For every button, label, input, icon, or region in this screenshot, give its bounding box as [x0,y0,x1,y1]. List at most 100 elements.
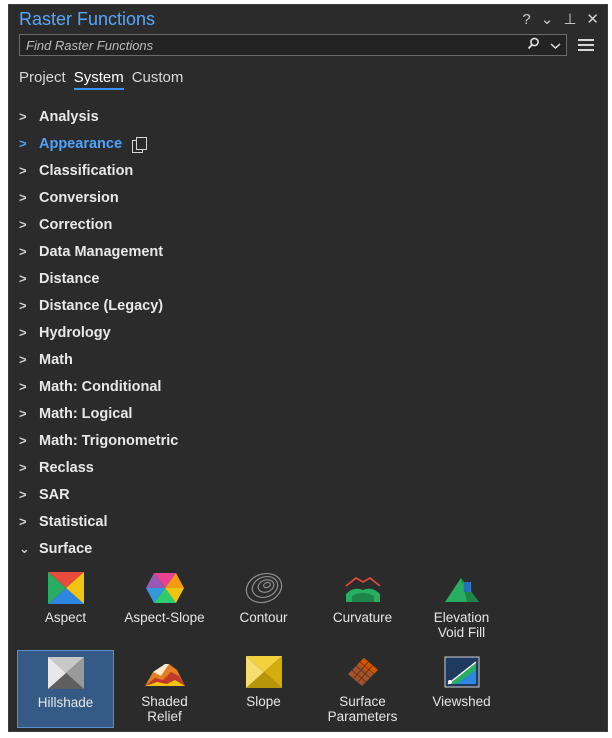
function-tile-label: Contour [239,610,288,625]
search-options-chevron-icon[interactable] [544,38,566,53]
function-tile-label: Aspect-Slope [124,610,205,625]
tree-item-conversion[interactable]: > Conversion [9,184,607,211]
function-tile-viewshed[interactable]: Viewshed [413,650,510,728]
window-controls: ? ⌄ ⊥ ✕ [522,10,599,29]
tab-custom[interactable]: Custom [132,69,184,88]
raster-functions-pane: Raster Functions ? ⌄ ⊥ ✕ Project System … [8,4,608,732]
function-tile-surface-parameters[interactable]: Surface Parameters [314,650,411,728]
chevron-right-icon[interactable]: > [19,433,39,448]
tree-item-math-conditional[interactable]: > Math: Conditional [9,373,607,400]
function-tile-curvature[interactable]: Curvature [314,566,411,644]
chevron-right-icon[interactable]: > [19,190,39,205]
tree-item-label: Classification [39,162,134,179]
chevron-right-icon[interactable]: > [19,514,39,529]
search-icon[interactable] [522,37,544,53]
chevron-right-icon[interactable]: > [19,136,39,151]
function-tile-label: Shaded Relief [141,694,188,724]
tree-item-math[interactable]: > Math [9,346,607,373]
help-icon[interactable]: ? [522,11,530,28]
pane-title: Raster Functions [19,8,156,29]
tree-item-correction[interactable]: > Correction [9,211,607,238]
tree-item-hydrology[interactable]: > Hydrology [9,319,607,346]
tree-item-label: Math: Logical [39,405,133,422]
pin-icon[interactable]: ⊥ [563,10,576,28]
tree-item-label: SAR [39,486,70,503]
function-tile-contour[interactable]: Contour [215,566,312,644]
function-tile-label: Surface Parameters [327,694,398,724]
tree-item-label: Conversion [39,189,119,206]
chevron-right-icon[interactable]: > [19,244,39,259]
chevron-right-icon[interactable]: > [19,109,39,124]
curvature-icon [343,570,383,606]
tree-item-label: Math: Trigonometric [39,432,179,449]
tab-project[interactable]: Project [19,69,66,88]
chevron-right-icon[interactable]: > [19,271,39,286]
hamburger-menu-icon[interactable] [573,39,599,51]
pane-titlebar: Raster Functions ? ⌄ ⊥ ✕ [9,5,607,33]
function-tree: > Analysis > Appearance > Classification > C… [9,103,607,728]
tab-system[interactable]: System [73,69,124,90]
function-tile-aspect[interactable]: Aspect [17,566,114,644]
search-box [19,34,567,56]
tree-item-classification[interactable]: > Classification [9,157,607,184]
function-tile-label: Hillshade [37,695,94,710]
chevron-right-icon[interactable]: > [19,163,39,178]
function-tile-aspect-slope[interactable]: Aspect-Slope [116,566,213,644]
tree-item-reclass[interactable]: > Reclass [9,454,607,481]
tree-item-label: Distance (Legacy) [39,297,164,314]
function-tile-hillshade[interactable]: Hillshade [17,650,114,728]
tree-item-sar[interactable]: > SAR [9,481,607,508]
chevron-right-icon[interactable]: > [19,379,39,394]
function-tile-shaded-relief[interactable]: Shaded Relief [116,650,213,728]
search-input[interactable] [20,37,522,53]
tree-item-label: Analysis [39,108,99,125]
chevron-right-icon[interactable]: > [19,487,39,502]
tree-item-distance[interactable]: > Distance [9,265,607,292]
chevron-right-icon[interactable]: > [19,460,39,475]
tree-item-label: Math: Conditional [39,378,162,395]
function-tile-label: Viewshed [432,694,491,709]
tree-item-math-logical[interactable]: > Math: Logical [9,400,607,427]
tab-bar: Project System Custom [9,69,607,91]
tree-item-appearance[interactable]: > Appearance [9,130,607,157]
tree-item-label: Distance [39,270,100,287]
function-tile-label: Curvature [332,610,393,625]
aspect-icon [46,570,86,606]
function-tile-label: Elevation Void Fill [433,610,490,640]
viewshed-icon [442,654,482,690]
tree-item-label: Statistical [39,513,108,530]
surface-function-gallery: Aspect Aspect-Slope Contour Curvature El… [9,566,607,728]
function-tile-label: Aspect [44,610,87,625]
chevron-right-icon[interactable]: > [19,298,39,313]
slope-icon [244,654,284,690]
tree-item-surface[interactable]: ⌄ Surface [9,535,607,562]
chevron-down-icon[interactable]: ⌄ [541,10,554,28]
tree-item-label: Reclass [39,459,94,476]
chevron-right-icon[interactable]: > [19,325,39,340]
tree-item-label: Data Management [39,243,164,260]
chevron-down-icon[interactable]: ⌄ [19,541,39,557]
tree-item-label: Math [39,351,73,368]
tree-item-statistical[interactable]: > Statistical [9,508,607,535]
chevron-right-icon[interactable]: > [19,352,39,367]
tree-item-data-management[interactable]: > Data Management [9,238,607,265]
chevron-right-icon[interactable]: > [19,406,39,421]
function-tile-label: Slope [246,694,281,709]
chevron-right-icon[interactable]: > [19,217,39,232]
tree-item-label: Surface [39,540,93,557]
contour-icon [244,570,284,606]
tree-item-label: Appearance [39,135,123,152]
tree-item-math-trigonometric[interactable]: > Math: Trigonometric [9,427,607,454]
copy-icon[interactable] [132,136,148,153]
surface-parameters-icon [343,654,383,690]
tree-item-distance-legacy[interactable]: > Distance (Legacy) [9,292,607,319]
shaded-relief-icon [144,654,185,690]
close-icon[interactable]: ✕ [586,10,599,28]
tree-item-analysis[interactable]: > Analysis [9,103,607,130]
function-tile-elevation-void-fill[interactable]: Elevation Void Fill [413,566,510,644]
hillshade-icon [46,655,86,691]
function-tile-slope[interactable]: Slope [215,650,312,728]
search-row [9,33,607,57]
elevation-void-fill-icon [442,570,482,606]
tree-item-label: Correction [39,216,113,233]
